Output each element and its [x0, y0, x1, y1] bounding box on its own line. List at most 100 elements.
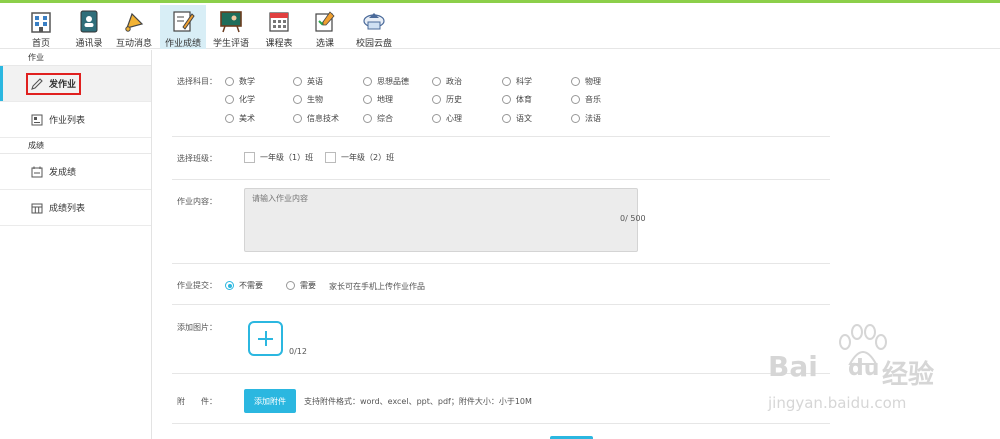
subject-radio[interactable]: 科学: [502, 76, 532, 87]
radio[interactable]: [293, 95, 302, 104]
subject-radio[interactable]: 音乐: [571, 94, 601, 105]
radio[interactable]: [225, 95, 234, 104]
subject-name: 美术: [239, 114, 255, 123]
nav-contacts-label: 通讯录: [75, 39, 103, 49]
radio[interactable]: [363, 77, 372, 86]
subject-radio[interactable]: 地理: [363, 94, 393, 105]
nav-messages-label: 互动消息: [115, 39, 152, 49]
building-icon: [31, 12, 51, 33]
subject-radio[interactable]: 语文: [502, 113, 532, 124]
nav-timetable-label: 课程表: [265, 39, 293, 49]
add-image-button[interactable]: [248, 321, 283, 356]
attachment-hint: 支持附件格式：word、excel、ppt、pdf；附件大小：小于10M: [304, 397, 532, 406]
sidebar-item-grade-list[interactable]: 成绩列表: [0, 190, 151, 226]
subject-section: 选择科目： 数学 英语 思想品德 政治 科学 物理 化学 生物 地理 历史 体育 音乐 美术 信息技术 综合…: [172, 50, 830, 137]
subject-name: 信息技术: [307, 114, 339, 123]
subject-radio[interactable]: 化学: [225, 94, 255, 105]
submission-section: 作业提交： 不需要 需要 家长可在手机上传作业作品: [172, 264, 830, 305]
radio[interactable]: [571, 77, 580, 86]
content-section: 作业内容： 0/ 500: [172, 180, 830, 264]
radio[interactable]: [502, 77, 511, 86]
class-name: 一年级（2）班: [341, 153, 395, 162]
class-label: 选择班级：: [177, 154, 217, 163]
nav-homework-label: 作业成绩: [164, 39, 201, 49]
radio[interactable]: [225, 77, 234, 86]
nav-course-select[interactable]: 选课: [310, 5, 340, 49]
radio[interactable]: [432, 95, 441, 104]
radio[interactable]: [432, 77, 441, 86]
radio[interactable]: [286, 281, 295, 290]
sidebar-item-label: 作业列表: [49, 116, 86, 126]
subject-name: 思想品德: [377, 77, 409, 86]
nav-homework[interactable]: 作业成绩: [160, 5, 206, 49]
content-textarea[interactable]: [244, 188, 638, 252]
blackboard-icon: [220, 11, 242, 33]
subject-name: 物理: [585, 77, 601, 86]
calendar-icon: [269, 12, 289, 32]
nav-contacts[interactable]: 通讯录: [70, 5, 108, 49]
sidebar-item-publish-grades[interactable]: 发成绩: [0, 154, 151, 190]
radio[interactable]: [363, 114, 372, 123]
subject-name: 历史: [446, 95, 462, 104]
subject-radio[interactable]: 物理: [571, 76, 601, 87]
image-label: 添加图片：: [177, 323, 217, 332]
subject-radio[interactable]: 生物: [293, 94, 323, 105]
subject-radio[interactable]: 综合: [363, 113, 393, 124]
top-navigation: 首页 通讯录 互动消息 作业成绩 学生评语 课程表 选课 校园云盘: [0, 3, 1000, 49]
radio[interactable]: [502, 114, 511, 123]
nav-messages[interactable]: 互动消息: [114, 5, 154, 49]
attachment-label: 附 件：: [177, 397, 217, 406]
radio[interactable]: [225, 114, 234, 123]
sidebar: 作业 发作业 作业列表 成绩 发成绩 成绩列表: [0, 50, 152, 439]
radio[interactable]: [571, 114, 580, 123]
subject-name: 英语: [307, 77, 323, 86]
submission-label: 作业提交：: [177, 281, 217, 290]
radio[interactable]: [432, 114, 441, 123]
bell-icon: [125, 12, 144, 32]
checkbox[interactable]: [325, 152, 336, 163]
nav-timetable[interactable]: 课程表: [262, 5, 296, 49]
content-counter: 0/ 500: [620, 214, 646, 223]
subject-radio[interactable]: 信息技术: [293, 113, 339, 124]
radio-label: 需要: [300, 281, 316, 290]
subject-radio[interactable]: 历史: [432, 94, 462, 105]
subject-radio[interactable]: 法语: [571, 113, 601, 124]
subject-radio[interactable]: 英语: [293, 76, 323, 87]
sidebar-item-publish-homework[interactable]: 发作业: [0, 66, 151, 102]
class-checkbox-2[interactable]: 一年级（2）班: [325, 152, 394, 163]
submit-yes-radio[interactable]: 需要: [286, 280, 316, 291]
sidebar-item-homework-list[interactable]: 作业列表: [0, 102, 151, 138]
subject-name: 体育: [516, 95, 532, 104]
radio[interactable]: [293, 114, 302, 123]
nav-comments[interactable]: 学生评语: [211, 5, 251, 49]
subject-name: 数学: [239, 77, 255, 86]
subject-radio[interactable]: 数学: [225, 76, 255, 87]
radio[interactable]: [502, 95, 511, 104]
homework-icon: [173, 11, 195, 32]
checkbox[interactable]: [244, 152, 255, 163]
nav-cloud-drive[interactable]: 校园云盘: [352, 5, 396, 49]
submit-no-radio[interactable]: 不需要: [225, 280, 263, 291]
submit-hint: 家长可在手机上传作业作品: [329, 282, 425, 291]
radio[interactable]: [363, 95, 372, 104]
radio[interactable]: [293, 77, 302, 86]
nav-home[interactable]: 首页: [22, 5, 60, 49]
class-checkbox-1[interactable]: 一年级（1）班: [244, 152, 313, 163]
class-section: 选择班级： 一年级（1）班 一年级（2）班: [172, 137, 830, 180]
subject-radio[interactable]: 体育: [502, 94, 532, 105]
subject-name: 生物: [307, 95, 323, 104]
subject-radio[interactable]: 心理: [432, 113, 462, 124]
subject-radio[interactable]: 思想品德: [363, 76, 409, 87]
highlight-box: [26, 73, 81, 95]
list-icon: [31, 114, 43, 125]
grade-calendar-icon: [31, 166, 43, 177]
contact-book-icon: [80, 10, 98, 33]
subject-radio[interactable]: 政治: [432, 76, 462, 87]
subject-radio[interactable]: 美术: [225, 113, 255, 124]
subject-name: 综合: [377, 114, 393, 123]
add-attachment-button[interactable]: 添加附件: [244, 389, 296, 413]
sidebar-item-label: 发成绩: [49, 168, 77, 178]
subject-name: 法语: [585, 114, 601, 123]
radio[interactable]: [571, 95, 580, 104]
radio-selected[interactable]: [225, 281, 234, 290]
